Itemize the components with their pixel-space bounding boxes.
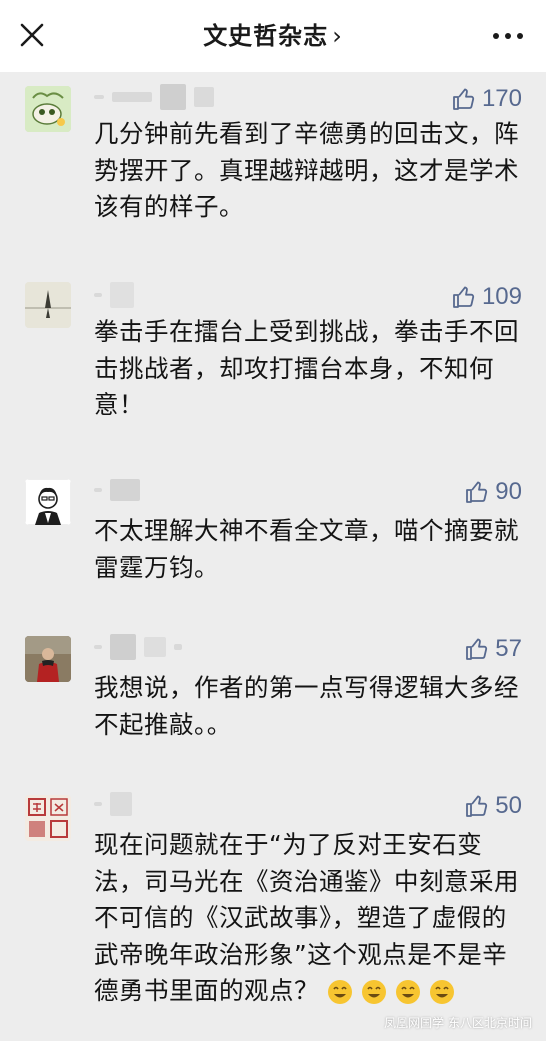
like-button[interactable]: 57 bbox=[465, 632, 522, 666]
thumb-up-icon bbox=[466, 638, 488, 660]
like-button[interactable]: 170 bbox=[452, 82, 522, 116]
like-button[interactable]: 50 bbox=[465, 789, 522, 823]
avatar[interactable] bbox=[25, 282, 71, 328]
username-blurred bbox=[94, 280, 134, 310]
watermark: 凤凰网国学 东八区北京时间 bbox=[384, 1016, 532, 1030]
username-blurred bbox=[94, 632, 182, 662]
avatar[interactable] bbox=[25, 636, 71, 682]
thumb-up-icon bbox=[453, 286, 475, 308]
like-count: 50 bbox=[495, 792, 522, 819]
thumb-up-icon bbox=[466, 795, 488, 817]
username-blurred bbox=[94, 82, 214, 112]
like-count: 57 bbox=[495, 635, 522, 662]
comment-text: 现在问题就在于“为了反对王安石变法，司马光在《资治通鉴》中刻意采用不可信的《汉武… bbox=[94, 827, 526, 1010]
thumb-up-icon bbox=[466, 481, 488, 503]
smile-emoji-icon bbox=[328, 980, 352, 1004]
account-title[interactable]: 文史哲杂志 › bbox=[0, 18, 546, 54]
username-blurred bbox=[94, 475, 140, 505]
smile-emoji-icon bbox=[430, 980, 454, 1004]
page-title[interactable]: 文史哲杂志 bbox=[203, 22, 328, 50]
comment-text: 拳击手在擂台上受到挑战，拳击手不回击挑战者，却攻打擂台本身，不知何意！ bbox=[94, 317, 519, 419]
like-button[interactable]: 109 bbox=[452, 280, 522, 314]
top-bar: 文史哲杂志 › bbox=[0, 0, 546, 72]
smile-emoji-icon bbox=[396, 980, 420, 1004]
smile-emoji-icon bbox=[362, 980, 386, 1004]
like-count: 90 bbox=[495, 478, 522, 505]
avatar[interactable] bbox=[25, 479, 71, 525]
more-icon[interactable] bbox=[492, 28, 524, 42]
thumb-up-icon bbox=[453, 88, 475, 110]
avatar[interactable] bbox=[25, 795, 71, 841]
emoji-group bbox=[327, 976, 463, 1005]
comment-text: 几分钟前先看到了辛德勇的回击文，阵势摆开了。真理越辩越明，这才是学术该有的样子。 bbox=[94, 119, 519, 221]
like-button[interactable]: 90 bbox=[465, 475, 522, 509]
like-count: 109 bbox=[481, 283, 522, 310]
comment-text: 不太理解大神不看全文章，喵个摘要就雷霆万钧。 bbox=[94, 516, 519, 582]
username-blurred bbox=[94, 789, 132, 819]
avatar[interactable] bbox=[25, 86, 71, 132]
chevron-right-icon: › bbox=[332, 22, 343, 50]
like-count: 170 bbox=[481, 85, 522, 112]
comment-text: 我想说，作者的第一点写得逻辑大多经不起推敲。。 bbox=[94, 673, 519, 739]
